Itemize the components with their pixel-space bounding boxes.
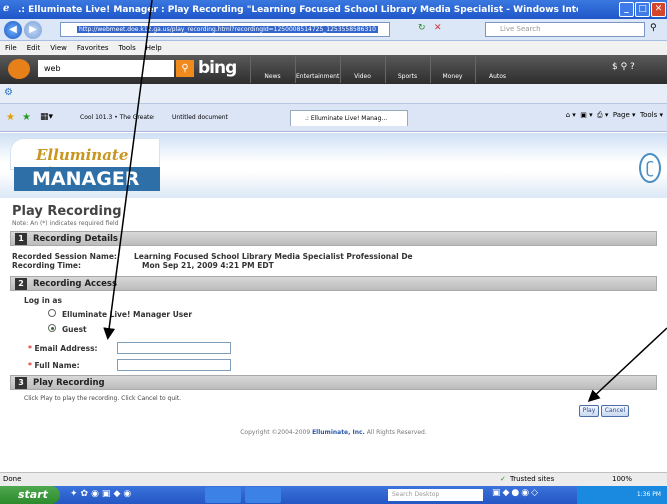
page-header: Elluminate Live! MANAGER ʗ [0,133,667,198]
taskbar: start ✦✿◉▣◆◉ Search Desktop ▣◆●◉◇ 1:36 P… [0,486,667,504]
tab-bar: ★ ★ ▦▾ Cool 101.3 • The Greatest... Unti… [0,104,667,132]
msn-butterfly-icon [8,59,30,79]
section-play-recording: 3 Play Recording [10,375,657,390]
radio-guest[interactable] [48,324,56,332]
home-icon[interactable]: ⌂ ▾ [566,111,576,119]
window-title-bar: ℯ .: Elluminate Live! Manager : Play Rec… [0,0,667,19]
option-guest-label: Guest [62,325,87,334]
live-search-input[interactable]: Live Search [485,22,645,37]
page-menu[interactable]: Page [613,111,630,119]
radio-manager-user[interactable] [48,309,56,317]
bing-nav-video[interactable]: Video [340,56,384,83]
session-name-value: Learning Focused School Library Media Sp… [134,252,413,261]
toolbar-buttons-icon[interactable]: $ ⚲ ? [612,62,635,72]
recording-time-label: Recording Time: [12,261,82,270]
main-content: Play Recording Note: An (*) indicates re… [10,198,657,418]
forward-button[interactable]: ▶ [24,21,42,39]
quick-launch-icons[interactable]: ✦✿◉▣◆◉ [70,489,134,499]
login-as-label: Log in as [24,296,62,305]
quick-tabs-icon[interactable]: ▦▾ [40,112,53,122]
window-title: .: Elluminate Live! Manager : Play Recor… [18,4,578,15]
logo-text-bottom: MANAGER [14,167,160,191]
bing-nav-news[interactable]: News [250,56,294,83]
menu-view[interactable]: View [50,44,67,52]
option-manager-user-label: Elluminate Live! Manager User [62,310,193,319]
tab-cool-101[interactable]: Cool 101.3 • The Greatest... [66,110,154,126]
menu-tools[interactable]: Tools [119,44,136,52]
desktop-search-input[interactable]: Search Desktop [388,489,483,501]
feeds-icon[interactable]: ▣ ▾ [580,111,592,119]
status-bar: Done ✓ Trusted sites 100% [0,472,667,486]
bing-nav-entertainment[interactable]: Entertainment [295,56,339,83]
email-label: * Email Address: [28,344,98,353]
favorites-star-icon[interactable]: ★ [6,112,15,123]
tools-menu[interactable]: Tools [640,111,657,119]
start-button[interactable]: start [0,486,60,504]
menu-favorites[interactable]: Favorites [77,44,109,52]
tray-icons[interactable]: ▣◆●◉◇ [492,488,540,498]
section-recording-access: 2 Recording Access [10,276,657,291]
elluminate-logo: Elluminate Live! MANAGER [10,138,160,193]
close-button[interactable]: ✕ [651,2,666,17]
session-name-label: Recorded Session Name: [12,252,117,261]
print-icon[interactable]: ⎙ ▾ [597,111,608,119]
recording-time-value: Mon Sep 21, 2009 4:21 PM EDT [142,261,274,270]
bing-search-input[interactable]: web [38,60,174,77]
maximize-button[interactable]: □ [635,2,650,17]
tab-untitled-document[interactable]: Untitled document [158,110,238,126]
bing-nav-autos[interactable]: Autos [475,56,519,83]
command-bar: ⌂ ▾ ▣ ▾ ⎙ ▾ Page ▾ Tools ▾ [565,111,663,119]
lightbulb-icon: ʗ [639,153,661,183]
bing-nav-money[interactable]: Money [430,56,474,83]
menu-file[interactable]: File [5,44,17,52]
add-favorites-icon[interactable]: ★ [22,112,31,123]
menu-help[interactable]: Help [146,44,162,52]
fullname-input[interactable] [117,359,231,371]
bing-logo: bing [198,58,237,78]
search-icon[interactable]: ⚲ [650,23,657,33]
tab-elluminate-manager[interactable]: .: Elluminate Live! Manag... [290,110,408,126]
back-button[interactable]: ◀ [4,21,22,39]
menu-bar: File Edit View Favorites Tools Help [0,41,667,55]
bing-nav-sports[interactable]: Sports [385,56,429,83]
bing-search-button[interactable]: ⚲ [176,60,194,77]
fullname-label: * Full Name: [28,361,80,370]
address-input[interactable]: http://webmeet.doe.k12.ga.us/play_record… [60,22,390,37]
taskbar-app-1[interactable] [205,487,241,503]
taskbar-app-2[interactable] [245,487,281,503]
bing-toolbar: web ⚲ bing News Entertainment Video Spor… [0,55,667,84]
clock: 1:36 PM [577,486,667,504]
minimize-button[interactable]: _ [619,2,634,17]
refresh-icon[interactable]: ↻ [418,23,426,33]
url-text: http://webmeet.doe.k12.ga.us/play_record… [77,26,378,33]
status-text: Done [3,475,22,483]
section-recording-details: 1 Recording Details [10,231,657,246]
menu-edit[interactable]: Edit [27,44,41,52]
address-toolbar: ◀ ▶ http://webmeet.doe.k12.ga.us/play_re… [0,19,667,41]
zoom-level[interactable]: 100% [612,473,632,486]
required-note: Note: An (*) indicates required field [12,220,119,227]
ie-icon: ℯ [3,3,10,14]
email-input[interactable] [117,342,231,354]
toolbar-app-icon[interactable]: ⚙ [4,87,13,98]
stop-icon[interactable]: ✕ [434,23,442,33]
trusted-check-icon: ✓ [500,475,506,483]
extra-toolbar: ⚙ [0,84,667,104]
cancel-button[interactable]: Cancel [601,405,629,417]
copyright-footer: Copyright ©2004-2009 Elluminate, Inc. Al… [240,429,427,436]
play-instructions: Click Play to play the recording. Click … [24,395,182,402]
play-button[interactable]: Play [579,405,599,417]
page-title: Play Recording [12,204,122,219]
security-zone: Trusted sites [510,475,555,483]
